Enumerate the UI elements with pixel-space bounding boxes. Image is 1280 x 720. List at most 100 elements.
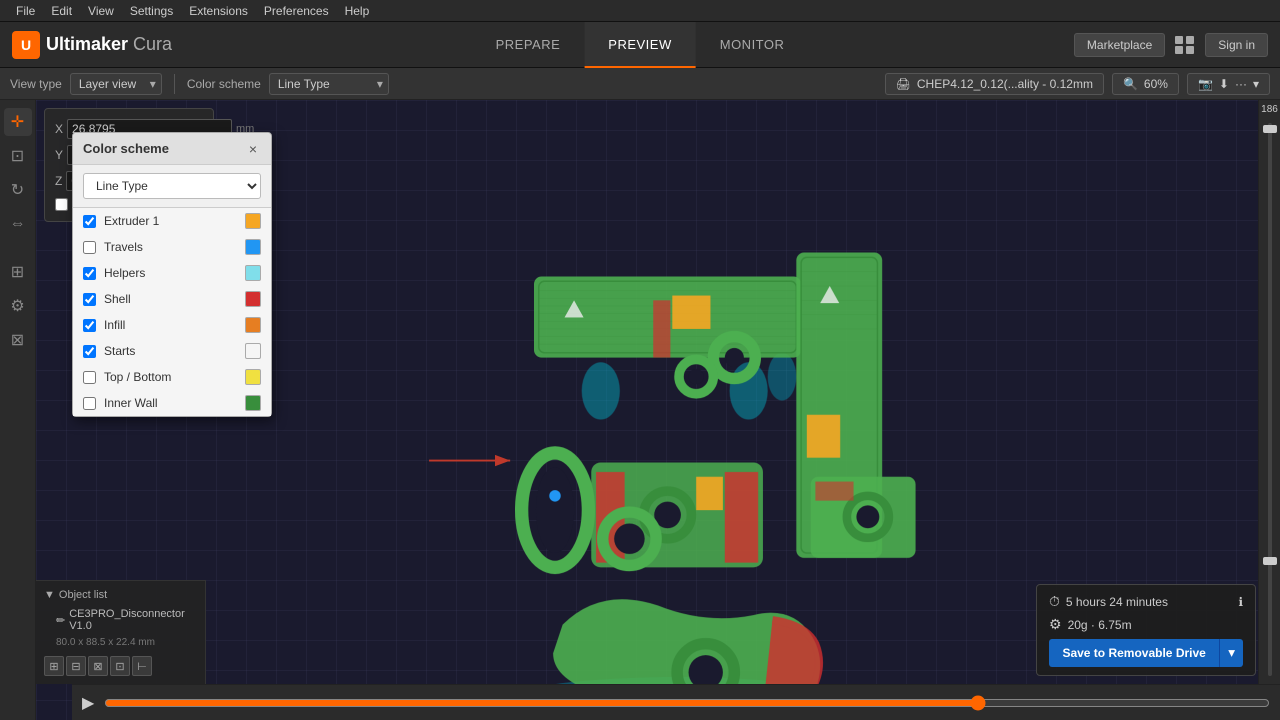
layer-handle-top[interactable]	[1263, 125, 1277, 133]
scheme-item-extruder-1: Extruder 1	[73, 208, 271, 234]
mirror-icon[interactable]: ⇔	[4, 210, 32, 238]
logo: U Ultimaker Cura	[12, 31, 172, 59]
object-name: CE3PRO_Disconnector V1.0	[69, 608, 197, 632]
tab-preview[interactable]: PREVIEW	[584, 22, 695, 68]
menu-view[interactable]: View	[80, 0, 122, 22]
menu-preferences[interactable]: Preferences	[256, 0, 337, 22]
printer-name: CHEP4.12_0.12(...ality - 0.12mm	[917, 77, 1093, 91]
coord-x-label: X	[55, 122, 63, 136]
scheme-item-checkbox-5[interactable]	[83, 345, 96, 358]
object-list-section: ▼ Object list ✏ CE3PRO_Disconnector V1.0…	[36, 580, 206, 684]
edit-icon: ✏	[56, 614, 65, 627]
scheme-item-color-7	[245, 395, 261, 411]
scheme-item-checkbox-0[interactable]	[83, 215, 96, 228]
coord-z-label: Z	[55, 174, 62, 188]
color-scheme-select-wrap: Line Type	[269, 73, 389, 95]
scheme-item-label-3: Shell	[104, 292, 237, 306]
obj-action-5[interactable]: ⊢	[132, 656, 152, 676]
menu-file[interactable]: File	[8, 0, 43, 22]
print-material-row: ⚙ 20g · 6.75m	[1049, 616, 1243, 633]
group-icon[interactable]: ⊠	[4, 326, 32, 354]
obj-action-4[interactable]: ⊡	[110, 656, 130, 676]
nav-tabs: PREPARE PREVIEW MONITOR	[472, 22, 809, 68]
tab-prepare[interactable]: PREPARE	[472, 22, 585, 68]
scheme-item-checkbox-2[interactable]	[83, 267, 96, 280]
color-scheme-select[interactable]: Line Type	[269, 73, 389, 95]
scheme-item-checkbox-3[interactable]	[83, 293, 96, 306]
color-scheme-label: Color scheme	[187, 77, 261, 91]
panel-close-button[interactable]: ×	[245, 142, 261, 156]
print-material: 20g · 6.75m	[1068, 618, 1132, 632]
info-icon[interactable]: ℹ	[1238, 595, 1243, 609]
layer-number: 186	[1261, 104, 1278, 115]
move-icon[interactable]: ✛	[4, 108, 32, 136]
object-list-label: Object list	[59, 589, 107, 601]
collapse-icon: ▼	[44, 589, 55, 601]
menu-settings[interactable]: Settings	[122, 0, 181, 22]
object-list-header[interactable]: ▼ Object list	[36, 585, 205, 605]
obj-action-3[interactable]: ⊠	[88, 656, 108, 676]
scheme-item-color-6	[245, 369, 261, 385]
lock-model-checkbox[interactable]	[55, 198, 68, 211]
scheme-item-color-3	[245, 291, 261, 307]
logo-brand: Ultimaker	[46, 34, 133, 54]
scheme-item-top-/-bottom: Top / Bottom	[73, 364, 271, 390]
logo-product: Cura	[133, 34, 172, 54]
panel-title: Color scheme	[83, 141, 169, 156]
scheme-item-travels: Travels	[73, 234, 271, 260]
scheme-item-checkbox-7[interactable]	[83, 397, 96, 410]
extra-icons: 📷 ⬇ ··· ▾	[1187, 73, 1270, 95]
zoom-value: 60%	[1144, 77, 1168, 91]
scheme-item-checkbox-4[interactable]	[83, 319, 96, 332]
scheme-items-container: Extruder 1 Travels Helpers Shell Infill …	[73, 208, 271, 416]
menu-bar: File Edit View Settings Extensions Prefe…	[0, 0, 1280, 22]
toolbar: View type Layer view Color scheme Line T…	[0, 68, 1280, 100]
print-info-panel: ⏱ 5 hours 24 minutes ℹ ⚙ 20g · 6.75m Sav…	[1036, 584, 1256, 676]
header-right: Marketplace Sign in	[1074, 33, 1268, 57]
save-dropdown-button[interactable]: ▾	[1219, 639, 1243, 667]
layer-track[interactable]	[1268, 123, 1272, 676]
main-area: ✛ ⊡ ↻ ⇔ ⊞ ⚙ ⊠	[0, 100, 1280, 720]
menu-help[interactable]: Help	[337, 0, 378, 22]
obj-action-1[interactable]: ⊞	[44, 656, 64, 676]
menu-edit[interactable]: Edit	[43, 0, 80, 22]
scheme-type-wrap: Line Type	[73, 165, 271, 208]
menu-extensions[interactable]: Extensions	[181, 0, 256, 22]
play-button[interactable]: ▶	[82, 693, 94, 713]
canvas-area[interactable]: X mm Y mm Z mm Lock Model Color sche	[36, 100, 1280, 720]
logo-icon: U	[12, 31, 40, 59]
scheme-item-label-0: Extruder 1	[104, 214, 237, 228]
obj-action-2[interactable]: ⊟	[66, 656, 86, 676]
more-icon: ···	[1235, 77, 1247, 91]
scheme-item-color-0	[245, 213, 261, 229]
scheme-item-label-4: Infill	[104, 318, 237, 332]
tab-monitor[interactable]: MONITOR	[696, 22, 809, 68]
marketplace-button[interactable]: Marketplace	[1074, 33, 1165, 57]
layer-handle-bottom[interactable]	[1263, 557, 1277, 565]
view-type-label: View type	[10, 77, 62, 91]
camera-icon: 📷	[1198, 77, 1213, 91]
expand-icon: ▾	[1253, 77, 1259, 91]
scheme-item-label-5: Starts	[104, 344, 237, 358]
scheme-item-shell: Shell	[73, 286, 271, 312]
view-type-select[interactable]: Layer view	[70, 73, 162, 95]
layer-slider[interactable]	[104, 695, 1270, 711]
support-blocker-icon[interactable]: ⊞	[4, 258, 32, 286]
left-sidebar: ✛ ⊡ ↻ ⇔ ⊞ ⚙ ⊠	[0, 100, 36, 720]
download-icon: ⬇	[1219, 77, 1229, 91]
save-to-drive-button[interactable]: Save to Removable Drive	[1049, 639, 1219, 667]
view-type-select-wrap: Layer view	[70, 73, 162, 95]
per-model-settings-icon[interactable]: ⚙	[4, 292, 32, 320]
scheme-item-checkbox-6[interactable]	[83, 371, 96, 384]
zoom-info: 🔍 60%	[1112, 73, 1179, 95]
rotate-icon[interactable]: ↻	[4, 176, 32, 204]
scale-icon[interactable]: ⊡	[4, 142, 32, 170]
scheme-item-color-5	[245, 343, 261, 359]
object-list-item: ✏ CE3PRO_Disconnector V1.0	[36, 605, 205, 635]
scheme-type-select[interactable]: Line Type	[83, 173, 261, 199]
object-dimensions: 80.0 x 88.5 x 22.4 mm	[36, 635, 205, 652]
scheme-item-color-2	[245, 265, 261, 281]
sign-in-button[interactable]: Sign in	[1205, 33, 1268, 57]
scheme-item-label-6: Top / Bottom	[104, 370, 237, 384]
scheme-item-checkbox-1[interactable]	[83, 241, 96, 254]
